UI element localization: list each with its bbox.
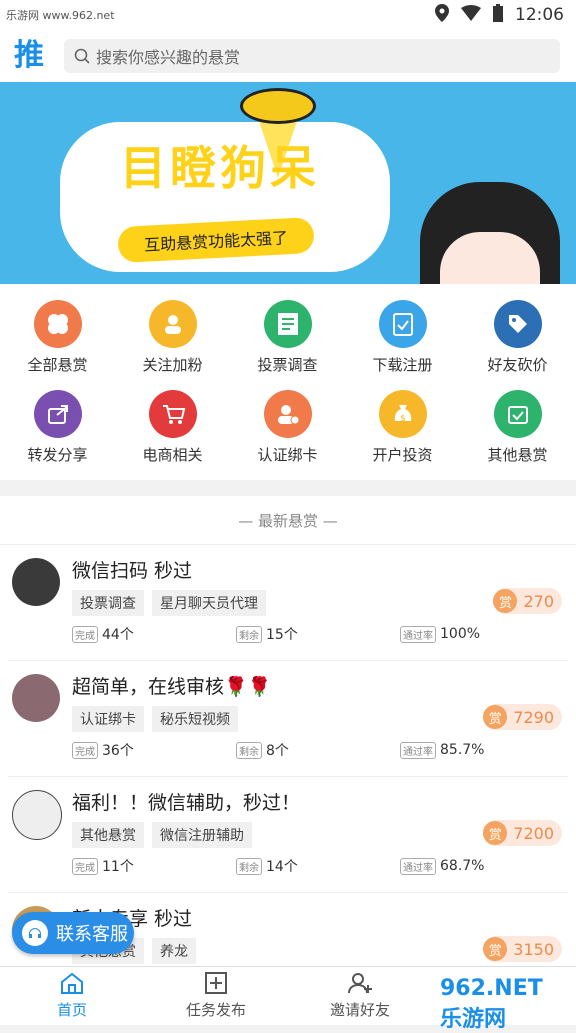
- category-label: 电商相关: [142, 446, 203, 464]
- svg-text:$: $: [400, 414, 406, 424]
- task-title: 福利！！微信辅助，秒过！: [72, 792, 301, 814]
- reward-value: 7200: [513, 823, 554, 843]
- reward-icon: 赏: [493, 589, 518, 613]
- stat-done: 完成 44个: [72, 624, 236, 644]
- task-title: 微信扫码 秒过: [72, 560, 193, 582]
- task-tag: 秘乐短视频: [152, 706, 238, 732]
- banner-title: 目瞪狗呆: [120, 141, 320, 195]
- category-all[interactable]: 全部悬赏: [0, 300, 115, 375]
- search-icon: [74, 48, 90, 64]
- avatar: [12, 558, 60, 606]
- category-grid: 全部悬赏 关注加粉 投票调查 下载注册 好友砍价 转发分享 电商相关 认证绑卡 …: [0, 284, 576, 480]
- battery-icon: [493, 3, 503, 27]
- task-tag: 微信注册辅助: [152, 822, 252, 848]
- cartoon-girl-face: [440, 232, 540, 284]
- reward-icon: 赏: [483, 937, 508, 961]
- cart-icon: [148, 390, 197, 438]
- location-icon: [435, 3, 449, 27]
- stat-done: 完成 11个: [72, 856, 236, 876]
- search-input[interactable]: 搜索你感兴趣的悬赏: [64, 39, 560, 73]
- contact-service-label: 联系客服: [56, 924, 128, 945]
- category-label: 认证绑卡: [257, 446, 318, 464]
- category-label: 好友砍价: [487, 356, 548, 374]
- nav-label: 首页: [56, 1001, 87, 1019]
- reward-badge: 赏 3150: [483, 936, 562, 962]
- stat-rate: 通过率 100%: [400, 624, 564, 644]
- task-item[interactable]: 微信扫码 秒过 投票调查 星月聊天员代理 完成 44个 剩余 15个 通过率 100%…: [0, 544, 576, 660]
- plus-box-icon: [144, 971, 288, 999]
- category-label: 开户投资: [372, 446, 433, 464]
- search-placeholder: 搜索你感兴趣的悬赏: [96, 48, 241, 67]
- add-user-icon: [288, 971, 432, 999]
- task-tag: 星月聊天员代理: [152, 590, 266, 616]
- avatar: [12, 790, 62, 840]
- document-icon: [263, 300, 312, 348]
- reward-badge: 赏 270: [493, 588, 562, 614]
- category-label: 其他悬赏: [487, 446, 548, 464]
- category-label: 关注加粉: [142, 356, 203, 374]
- wifi-icon: [461, 4, 481, 26]
- user-verify-icon: [263, 390, 312, 438]
- task-item[interactable]: 福利！！微信辅助，秒过！ 其他悬赏 微信注册辅助 完成 11个 剩余 14个 通过率…: [0, 776, 576, 892]
- corner-watermark: 962.NET 乐游网: [440, 976, 543, 1032]
- category-label: 全部悬赏: [27, 356, 88, 374]
- contact-service-button[interactable]: 联系客服: [12, 912, 134, 954]
- category-label: 下载注册: [372, 356, 433, 374]
- status-bar: 乐游网 www.962.net 12:06: [0, 0, 576, 30]
- app-logo[interactable]: 推: [14, 39, 48, 73]
- stat-remain: 剩余 14个: [236, 856, 400, 876]
- avatar: [12, 674, 60, 722]
- nav-home[interactable]: 首页: [0, 971, 144, 1020]
- money-bag-icon: $: [378, 390, 427, 438]
- category-ecommerce[interactable]: 电商相关: [115, 390, 230, 465]
- tag-icon: [493, 300, 542, 348]
- status-time: 12:06: [515, 5, 564, 25]
- category-label: 投票调查: [257, 356, 318, 374]
- reward-badge: 赏 7290: [483, 704, 562, 730]
- reward-value: 3150: [513, 939, 554, 959]
- reward-value: 270: [523, 591, 554, 611]
- reward-icon: 赏: [483, 705, 508, 729]
- users-icon: [148, 300, 197, 348]
- headset-icon: [22, 920, 48, 946]
- reward-badge: 赏 7200: [483, 820, 562, 846]
- task-tag: 其他悬赏: [72, 822, 144, 848]
- category-verify[interactable]: 认证绑卡: [230, 390, 345, 465]
- nav-publish[interactable]: 任务发布: [144, 971, 288, 1020]
- nav-invite[interactable]: 邀请好友: [288, 971, 432, 1020]
- calendar-check-icon: [493, 390, 542, 438]
- stat-done: 完成 36个: [72, 740, 236, 760]
- task-tag: 投票调查: [72, 590, 144, 616]
- nav-label: 邀请好友: [329, 1001, 390, 1019]
- reward-icon: 赏: [483, 821, 508, 845]
- task-title: 超简单，在线审核🌹🌹: [72, 676, 272, 698]
- category-label: 转发分享: [27, 446, 88, 464]
- category-other[interactable]: 其他悬赏: [460, 390, 575, 465]
- category-share[interactable]: 转发分享: [0, 390, 115, 465]
- stat-remain: 剩余 8个: [236, 740, 400, 760]
- reward-value: 7290: [513, 707, 554, 727]
- stat-rate: 通过率 68.7%: [400, 856, 564, 876]
- category-follow[interactable]: 关注加粉: [115, 300, 230, 375]
- clipboard-check-icon: [378, 300, 427, 348]
- stat-remain: 剩余 15个: [236, 624, 400, 644]
- task-tag: 认证绑卡: [72, 706, 144, 732]
- home-icon: [0, 971, 144, 999]
- clover-icon: [33, 300, 82, 348]
- stat-rate: 通过率 85.7%: [400, 740, 564, 760]
- category-bargain[interactable]: 好友砍价: [460, 300, 575, 375]
- category-invest[interactable]: $ 开户投资: [345, 390, 460, 465]
- task-tag: 养龙: [152, 938, 196, 964]
- category-vote[interactable]: 投票调查: [230, 300, 345, 375]
- task-item[interactable]: 超简单，在线审核🌹🌹 认证绑卡 秘乐短视频 完成 36个 剩余 8个 通过率 85.7…: [0, 660, 576, 776]
- nav-label: 任务发布: [185, 1001, 246, 1019]
- app-header: 推 搜索你感兴趣的悬赏: [0, 30, 576, 82]
- status-watermark: 乐游网 www.962.net: [6, 9, 115, 22]
- section-title: — 最新悬赏 —: [0, 496, 576, 545]
- share-icon: [33, 390, 82, 438]
- ufo-icon: [240, 88, 316, 124]
- category-download[interactable]: 下载注册: [345, 300, 460, 375]
